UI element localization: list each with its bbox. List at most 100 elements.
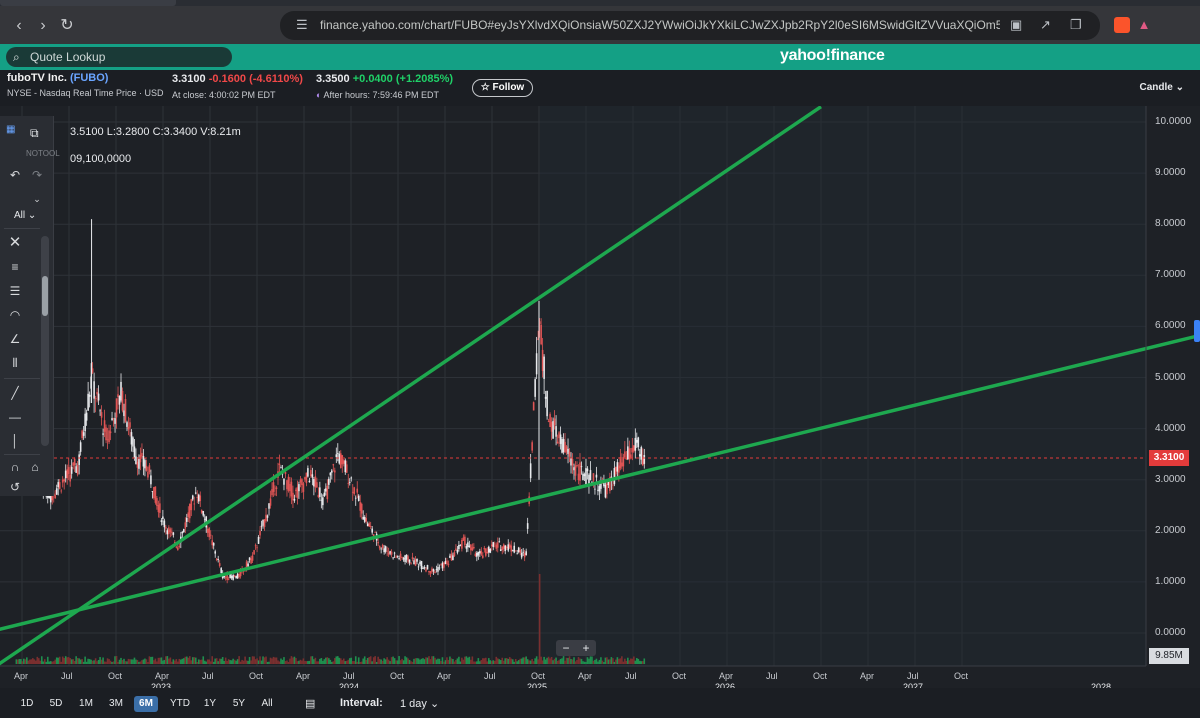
volume-bar	[592, 660, 595, 664]
candle-body	[399, 553, 402, 558]
ah-price-change: +0.0400	[352, 73, 393, 85]
volume-bar	[582, 661, 584, 664]
rewards-icon[interactable]: ▲	[1136, 17, 1152, 33]
range-button-3m[interactable]: 3M	[106, 696, 126, 712]
volume-bar	[29, 659, 31, 664]
fib-fan-icon[interactable]: ☰	[6, 282, 24, 300]
volume-bar	[600, 657, 602, 664]
candle-body	[405, 554, 408, 560]
popout-icon[interactable]: ⧉	[30, 126, 39, 141]
candle-body	[612, 484, 614, 486]
range-button-5d[interactable]: 5D	[46, 696, 66, 712]
range-button-1m[interactable]: 1M	[76, 696, 96, 712]
candle-body	[467, 542, 469, 548]
redo-icon[interactable]: ↷	[28, 166, 46, 184]
volume-bar	[262, 656, 264, 664]
volume-bar	[513, 661, 516, 664]
candle-body	[443, 562, 445, 568]
site-info-icon[interactable]: ☰	[296, 17, 308, 33]
brave-shield-icon[interactable]	[1114, 17, 1130, 33]
candle-body	[73, 458, 76, 466]
range-button-6m[interactable]: 6M	[134, 696, 158, 712]
x-tick-label: Jul	[625, 671, 637, 681]
volume-bar	[138, 661, 140, 664]
candle-body	[390, 551, 393, 555]
zoom-in-button[interactable]: +	[576, 640, 596, 656]
chart-type-selector[interactable]: Candle ⌄	[1139, 82, 1184, 93]
address-bar[interactable]: ☰ finance.yahoo.com/chart/FUBO#eyJsYXlvd…	[280, 11, 1100, 40]
candle-body	[97, 393, 100, 401]
volume-bar	[404, 656, 406, 664]
range-button-1d[interactable]: 1D	[18, 696, 36, 712]
volume-bar	[135, 659, 137, 664]
gann-fan-icon[interactable]: ∠	[6, 330, 24, 348]
candle-body	[455, 548, 457, 551]
candle-body	[383, 548, 385, 553]
range-button-5y[interactable]: 5Y	[229, 696, 249, 712]
candle-body	[576, 464, 578, 467]
volume-bar	[604, 657, 607, 664]
candle-body	[440, 564, 442, 566]
forward-icon[interactable]: ›	[32, 15, 54, 37]
price-chart[interactable]: 10.0000 9.0000 8.0000 7.0000 6.0000 5.0000 4.0…	[0, 106, 1200, 692]
volume-bar	[211, 656, 214, 664]
fib-retracement-icon[interactable]: ≡	[6, 258, 24, 276]
volume-bar	[162, 660, 164, 664]
candle-body	[123, 410, 125, 417]
candle-body	[465, 546, 468, 549]
candle-body	[470, 544, 472, 551]
range-button-1y[interactable]: 1Y	[200, 696, 220, 712]
candle-body	[342, 460, 345, 464]
magnet-icon[interactable]: ∩	[6, 458, 24, 476]
candle-body	[392, 557, 394, 559]
scrollbar-thumb[interactable]	[42, 276, 48, 316]
reload-icon[interactable]: ↻	[56, 15, 78, 37]
volume-bar	[550, 656, 553, 664]
candle-body	[461, 539, 463, 549]
volume-bar	[251, 656, 254, 664]
horizontal-line-icon[interactable]: ―	[6, 408, 24, 426]
open-app-icon[interactable]: ❐	[1070, 17, 1082, 33]
ticker-symbol[interactable]: (FUBO)	[70, 72, 109, 84]
volume-bar	[414, 658, 417, 664]
candle-body	[144, 460, 146, 469]
volume-bar	[82, 661, 85, 664]
volume-bar	[386, 657, 388, 664]
y-tick-label: 7.0000	[1155, 269, 1186, 281]
range-button-ytd[interactable]: YTD	[168, 696, 192, 712]
x-tick-label: Apr	[578, 671, 593, 681]
undo-icon[interactable]: ↶	[6, 166, 24, 184]
chevron-down-icon[interactable]: ⌄	[28, 190, 46, 208]
volume-bar	[218, 658, 221, 664]
vertical-line-icon[interactable]: │	[6, 432, 24, 450]
fib-arc-icon[interactable]: ◠	[6, 306, 24, 324]
screenshot-icon[interactable]: ▣	[1010, 17, 1022, 33]
calendar-icon[interactable]: ▤	[305, 697, 315, 710]
quote-lookup-input[interactable]: ⌕ Quote Lookup	[6, 47, 232, 67]
range-button-all[interactable]: All	[257, 696, 277, 712]
candle-body	[520, 552, 523, 558]
volume-bar	[546, 657, 548, 664]
close-icon[interactable]: ✕	[6, 234, 24, 252]
volume-bar	[117, 661, 119, 664]
candle-body	[230, 575, 233, 579]
reset-icon[interactable]: ↺	[6, 478, 24, 496]
volume-bar	[561, 658, 563, 664]
drawbar-scrollbar[interactable]	[41, 236, 49, 446]
chart-canvas[interactable]	[0, 106, 1200, 688]
line-tool-icon[interactable]: ╱	[6, 384, 24, 402]
right-panel-handle[interactable]	[1194, 320, 1200, 342]
follow-button[interactable]: ☆ Follow	[472, 79, 533, 97]
zoom-out-button[interactable]: −	[556, 640, 576, 656]
interval-selector[interactable]: 1 day ⌄	[400, 697, 439, 710]
volume-bar	[398, 656, 400, 664]
volume-bar	[97, 659, 100, 664]
candle-body	[227, 579, 230, 581]
volume-bar	[73, 660, 76, 664]
trash-icon[interactable]: ⌂	[26, 458, 44, 476]
all-selector[interactable]: All ⌄	[14, 210, 36, 221]
pitchfork-icon[interactable]: ⫴	[6, 354, 24, 372]
yahoo-finance-logo[interactable]: yahoo!finance	[780, 47, 885, 65]
share-icon[interactable]: ↗	[1040, 17, 1051, 33]
back-icon[interactable]: ‹	[8, 15, 30, 37]
